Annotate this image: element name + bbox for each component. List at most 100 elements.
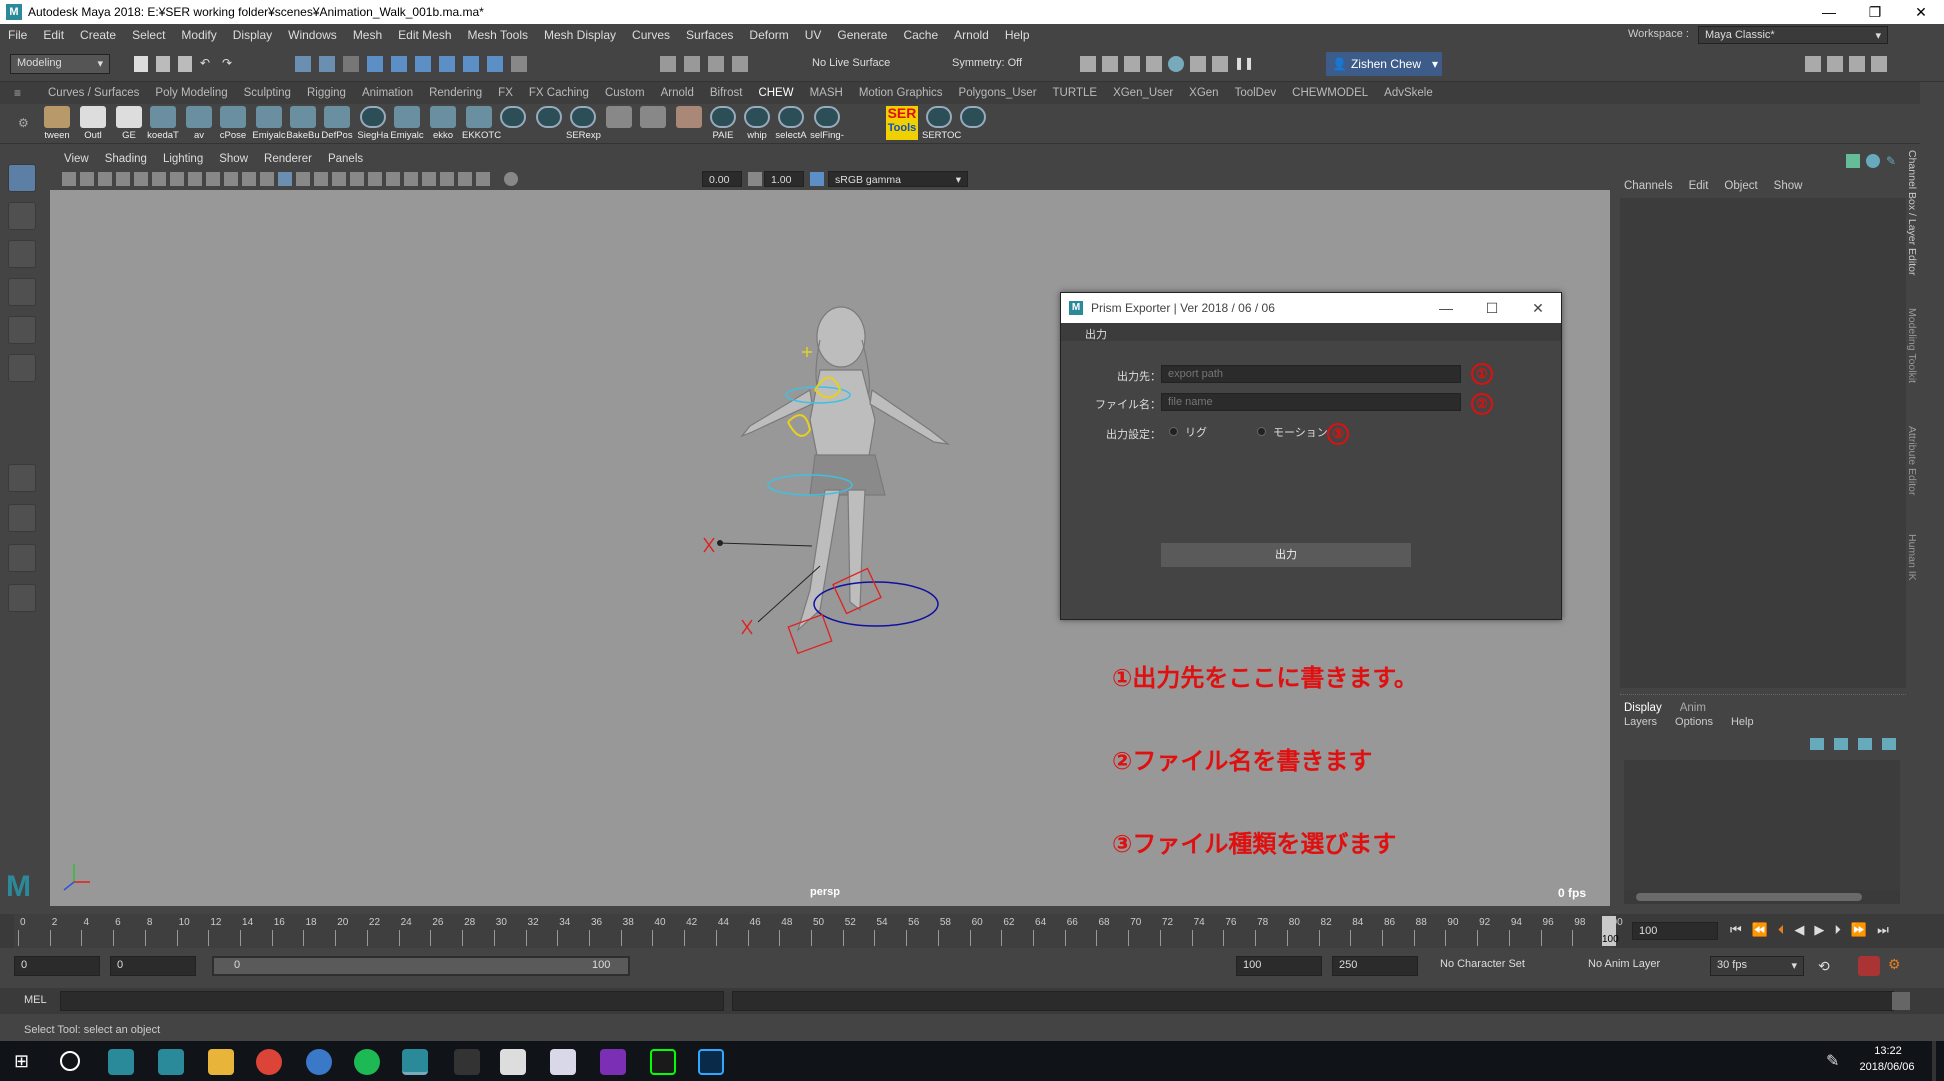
time-slider[interactable]: 0 2 4 6 8 10 12 14 16 18 20 22 24 26 28 30 32 34 36 38 40 42 4… [0,914,1944,948]
menu-deform[interactable]: Deform [741,28,796,42]
shelf-tab[interactable]: Poly Modeling [147,82,235,104]
channel-box-menu-object[interactable]: Object [1724,180,1757,192]
channel-box-toggle-icon[interactable] [1846,154,1860,168]
playback-end-field[interactable]: 100 [1236,956,1322,976]
open-scene-icon[interactable] [156,56,170,72]
menu-curves[interactable]: Curves [624,28,678,42]
channel-box-menu-channels[interactable]: Channels [1624,180,1673,192]
shelf-button-selecta[interactable]: selectA [774,106,808,142]
image-plane-icon[interactable] [116,172,130,186]
layer-move-down-icon[interactable] [1834,738,1848,750]
animation-start-field[interactable]: 0 [14,956,100,976]
render-current-icon[interactable] [1102,56,1118,72]
menu-edit[interactable]: Edit [35,28,72,42]
export-button[interactable]: 出力 [1161,543,1411,567]
light-editor-icon[interactable] [1212,56,1228,72]
step-back-frame-icon[interactable]: ⏴ [1778,922,1785,938]
menu-surfaces[interactable]: Surfaces [678,28,741,42]
dialog-menu-output[interactable]: 出力 [1061,323,1561,341]
magnet-icon[interactable] [660,56,676,72]
gate-mask-icon[interactable] [188,172,202,186]
xray-joints-icon[interactable] [458,172,472,186]
side-tab-human-ik[interactable]: Human IK [1906,534,1918,594]
shelf-tab[interactable]: ToolDev [1227,82,1285,104]
live-surface-label[interactable]: No Live Surface [812,57,890,69]
layer-menu-help[interactable]: Help [1731,716,1754,728]
pen-icon[interactable]: ✎ [1826,1051,1839,1071]
panel-menu-show[interactable]: Show [211,153,256,165]
shelf-settings-icon[interactable]: ⚙ [18,116,29,130]
export-path-input[interactable] [1161,365,1461,383]
redo-icon[interactable]: ↷ [222,56,236,72]
character-set-select[interactable]: No Character Set [1440,958,1570,976]
shelf-tab[interactable]: XGen_User [1105,82,1181,104]
dialog-minimize-button[interactable]: — [1423,300,1469,316]
ambient-occlusion-icon[interactable] [368,172,382,186]
new-layer-selected-icon[interactable] [1882,738,1896,750]
menu-generate[interactable]: Generate [829,28,895,42]
render-setup-icon[interactable] [1190,56,1206,72]
new-scene-icon[interactable] [134,56,148,72]
shelf-button-paie[interactable]: PAIE [706,106,740,142]
anim-prefs-icon[interactable]: ⚙ [1888,956,1901,973]
unity-icon[interactable] [454,1049,480,1075]
shelf-button-emiyalc[interactable]: Emiyalc [252,106,286,142]
rotate-tool-icon[interactable] [8,316,36,344]
new-layer-icon[interactable] [1858,738,1872,750]
shelf-tab[interactable]: Polygons_User [951,82,1045,104]
file-name-input[interactable] [1161,393,1461,411]
bookmark-icon[interactable] [98,172,112,186]
shelf-tab[interactable]: Rigging [299,82,354,104]
menu-uv[interactable]: UV [797,28,830,42]
go-to-start-icon[interactable]: ⏮ [1730,922,1742,938]
file-explorer-icon[interactable] [208,1049,234,1075]
loop-icon[interactable]: ⟲ [1818,958,1830,975]
menu-windows[interactable]: Windows [280,28,345,42]
shelf-button-emiyalc-2[interactable]: Emiyalc [390,106,424,142]
layer-scrollbar[interactable] [1624,890,1900,904]
shelf-tab[interactable]: Bifrost [702,82,751,104]
chrome-icon[interactable] [256,1049,282,1075]
select-tool-icon[interactable] [8,164,36,192]
layer-menu-options[interactable]: Options [1675,716,1713,728]
menu-arnold[interactable]: Arnold [946,28,997,42]
input-ops-icon[interactable] [732,56,748,72]
shelf-button-av[interactable]: av [182,106,216,142]
modeling-toolkit-icon[interactable] [1805,56,1821,72]
panel-menu-renderer[interactable]: Renderer [256,153,320,165]
single-perspective-layout-icon[interactable] [8,464,36,492]
menu-display[interactable]: Display [225,28,280,42]
shelf-button-python-2[interactable] [532,106,566,142]
go-to-end-icon[interactable]: ⏭ [1877,922,1889,938]
ipr-render-icon[interactable] [1124,56,1140,72]
shelf-tab[interactable]: Motion Graphics [851,82,951,104]
mel-label[interactable]: MEL [24,994,47,1006]
snap-plane-icon[interactable] [439,56,455,72]
shelf-button-ekkotc[interactable]: EKKOTC [462,106,501,142]
snap-point-icon[interactable] [415,56,431,72]
hypershade-icon[interactable] [1168,56,1184,72]
shelf-tab-active[interactable]: CHEW [750,82,801,104]
render-settings-icon[interactable] [1146,56,1162,72]
close-button[interactable]: ✕ [1898,0,1944,24]
exposure-field[interactable]: 0.00 [702,171,742,187]
shelf-button-sertoc[interactable]: SERTOC [922,106,961,142]
field-chart-icon[interactable] [206,172,220,186]
xray-icon[interactable] [440,172,454,186]
menu-edit-mesh[interactable]: Edit Mesh [390,28,459,42]
camera-attributes-icon[interactable] [80,172,94,186]
windows-start-icon[interactable]: ⊞ [14,1051,29,1072]
fps-select[interactable]: 30 fps ▾ [1710,956,1804,976]
panel-menu-panels[interactable]: Panels [320,153,371,165]
side-tab-attribute-editor[interactable]: Attribute Editor [1906,426,1918,526]
attribute-editor-icon[interactable] [1827,56,1843,72]
shelf-tab[interactable]: MASH [802,82,851,104]
two-view-layout-icon[interactable] [8,544,36,572]
auto-key-icon[interactable] [1858,956,1880,976]
shelf-tab[interactable]: FX [490,82,521,104]
menu-mesh-display[interactable]: Mesh Display [536,28,624,42]
time-slider-ruler[interactable]: 0 2 4 6 8 10 12 14 16 18 20 22 24 26 28 30 32 34 36 38 40 42 4… [14,914,1623,948]
ser-tools-button[interactable]: SER Tools [886,106,918,140]
shelf-tab[interactable]: Animation [354,82,421,104]
pause-icon[interactable]: ❚❚ [1234,56,1254,72]
